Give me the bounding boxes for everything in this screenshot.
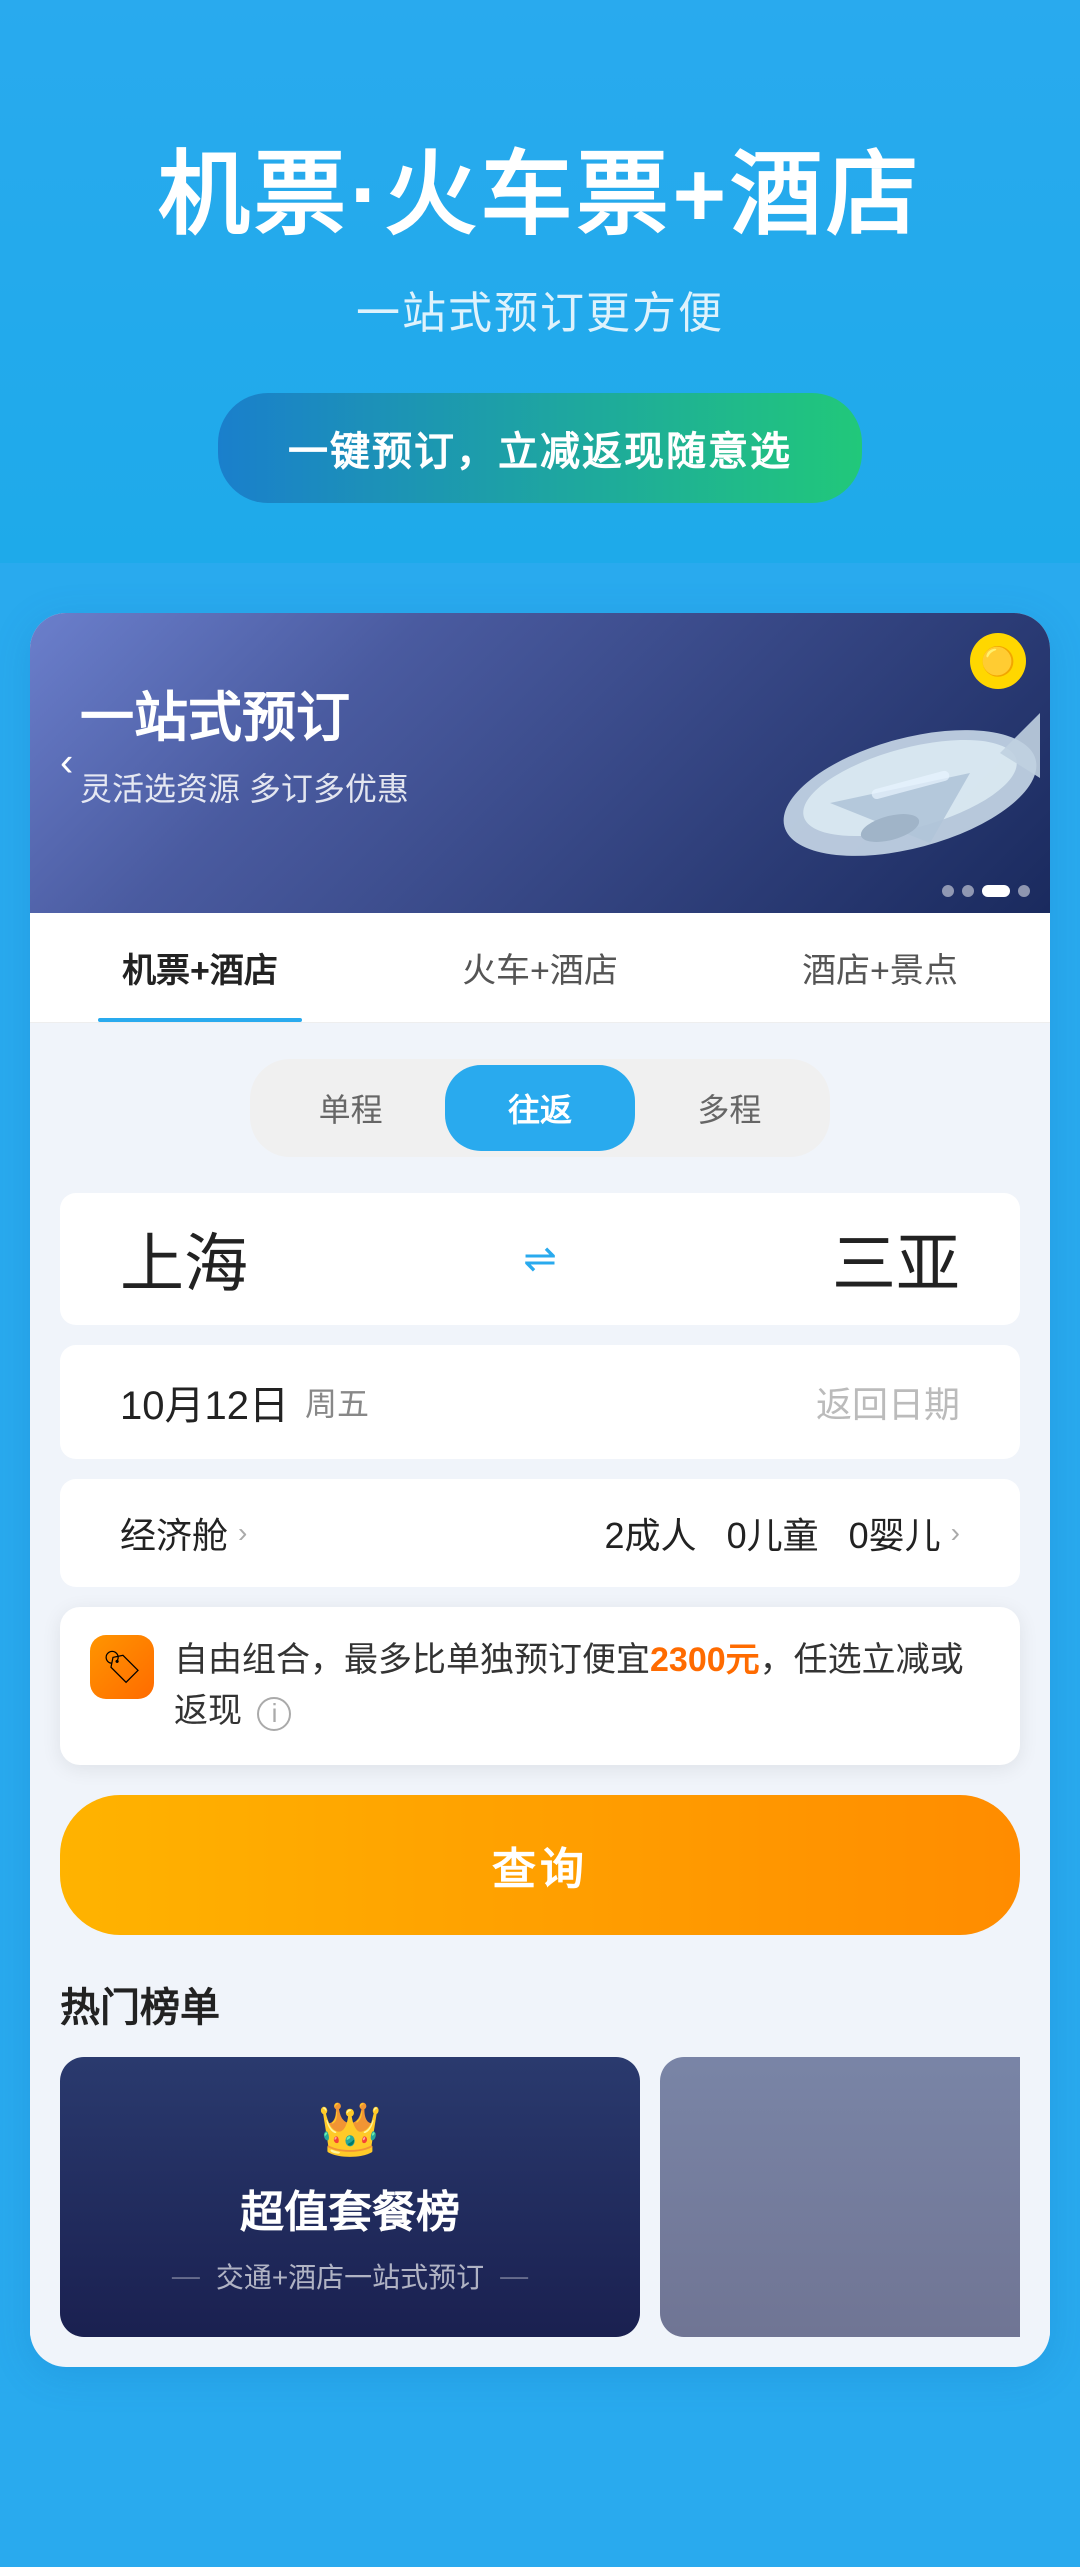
search-button[interactable]: 查询 bbox=[60, 1795, 1020, 1935]
banner-text: 一站式预订 灵活选资源 多订多优惠 bbox=[80, 673, 409, 810]
hot-list-section: 热门榜单 👑 超值套餐榜 交通+酒店一站式预订 bbox=[30, 1935, 1050, 2337]
cabin-arrow-icon: › bbox=[238, 1517, 247, 1549]
route-selector[interactable]: 上海 ⇌ 三亚 bbox=[60, 1193, 1020, 1325]
tab-train-hotel[interactable]: 火车+酒店 bbox=[370, 913, 710, 1022]
adult-count: 2 bbox=[605, 1515, 625, 1556]
hero-title: 机票·火车票+酒店 bbox=[60, 120, 1020, 253]
promo-text-before: 自由组合，最多比单独预订便宜 bbox=[174, 1641, 650, 1679]
promo-info-icon[interactable]: i bbox=[257, 1697, 291, 1731]
date-selector[interactable]: 10月12日 周五 返回日期 bbox=[60, 1345, 1020, 1459]
departure-date[interactable]: 10月12日 bbox=[120, 1373, 289, 1431]
adult-label: 成人 bbox=[625, 1515, 697, 1556]
hero-cta-button[interactable]: 一键预订，立减返现随意选 bbox=[218, 393, 862, 503]
trip-multi[interactable]: 多程 bbox=[635, 1065, 824, 1151]
cabin-selector[interactable]: 经济舱 › 2成人 0儿童 0婴儿 › bbox=[60, 1479, 1020, 1587]
banner-dots bbox=[942, 885, 1030, 897]
hot-card-1[interactable]: 👑 超值套餐榜 交通+酒店一站式预订 bbox=[60, 2057, 640, 2337]
banner-subtitle: 灵活选资源 多订多优惠 bbox=[80, 764, 409, 810]
banner-title: 一站式预订 bbox=[80, 673, 409, 752]
hero-subtitle: 一站式预订更方便 bbox=[60, 277, 1020, 341]
card-banner: ‹ 一站式预订 灵活选资源 多订多优惠 🟡 bbox=[30, 613, 1050, 913]
crown-icon: 👑 bbox=[318, 2099, 383, 2160]
tab-hotel-attraction[interactable]: 酒店+景点 bbox=[710, 913, 1050, 1022]
dot-1 bbox=[942, 885, 954, 897]
passenger-count[interactable]: 2成人 0儿童 0婴儿 bbox=[605, 1507, 941, 1559]
trip-one-way[interactable]: 单程 bbox=[256, 1065, 445, 1151]
promo-highlight: 2300元 bbox=[650, 1641, 760, 1679]
hot-card-subtitle: 交通+酒店一站式预订 bbox=[172, 2256, 528, 2296]
main-card-section: ‹ 一站式预订 灵活选资源 多订多优惠 🟡 机票+酒店 火车+酒店 酒店+景点 bbox=[0, 563, 1080, 2367]
dot-4 bbox=[1018, 885, 1030, 897]
promo-icon: 🏷 bbox=[90, 1635, 154, 1699]
promo-banner: 🏷 自由组合，最多比单独预订便宜2300元，任选立减或返现 i bbox=[60, 1607, 1020, 1765]
cabin-class-label[interactable]: 经济舱 bbox=[120, 1507, 228, 1559]
badge-icon: 🟡 bbox=[981, 645, 1016, 678]
tab-flight-hotel[interactable]: 机票+酒店 bbox=[30, 913, 370, 1022]
booking-tabs: 机票+酒店 火车+酒店 酒店+景点 bbox=[30, 913, 1050, 1023]
hero-section: 机票·火车票+酒店 一站式预订更方便 一键预订，立减返现随意选 bbox=[0, 0, 1080, 563]
child-count: 0 bbox=[727, 1515, 747, 1556]
pax-arrow-icon: › bbox=[951, 1517, 960, 1549]
hot-list-title: 热门榜单 bbox=[60, 1975, 1020, 2033]
child-label: 儿童 bbox=[747, 1515, 819, 1556]
trip-type-selector: 单程 往返 多程 bbox=[250, 1059, 830, 1157]
dot-2 bbox=[962, 885, 974, 897]
swap-icon[interactable]: ⇌ bbox=[248, 1236, 832, 1282]
dot-3-active bbox=[982, 885, 1010, 897]
hot-card-2[interactable] bbox=[660, 2057, 1020, 2337]
return-date-placeholder[interactable]: 返回日期 bbox=[816, 1376, 960, 1428]
trip-round[interactable]: 往返 bbox=[445, 1065, 634, 1151]
hot-card-title: 超值套餐榜 bbox=[240, 2176, 460, 2240]
promo-text: 自由组合，最多比单独预订便宜2300元，任选立减或返现 i bbox=[174, 1635, 990, 1737]
main-card: ‹ 一站式预订 灵活选资源 多订多优惠 🟡 机票+酒店 火车+酒店 酒店+景点 bbox=[30, 613, 1050, 2367]
banner-badge: 🟡 bbox=[970, 633, 1026, 689]
infant-count: 0 bbox=[849, 1515, 869, 1556]
back-icon[interactable]: ‹ bbox=[60, 741, 73, 786]
arrival-city[interactable]: 三亚 bbox=[832, 1213, 960, 1305]
departure-city[interactable]: 上海 bbox=[120, 1213, 248, 1305]
infant-label: 婴儿 bbox=[869, 1515, 941, 1556]
hot-card-list: 👑 超值套餐榜 交通+酒店一站式预订 bbox=[60, 2057, 1020, 2337]
departure-weekday: 周五 bbox=[305, 1379, 369, 1425]
bottom-background bbox=[0, 2367, 1080, 2567]
